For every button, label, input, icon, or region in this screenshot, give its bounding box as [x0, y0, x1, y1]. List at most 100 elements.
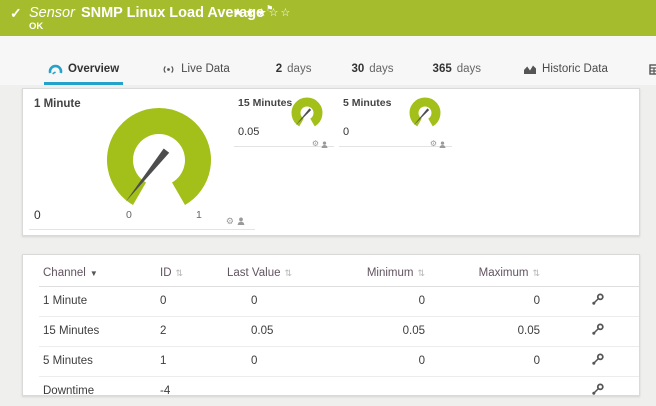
sort-icon: ⇅ — [176, 268, 184, 278]
gauge-dial — [84, 98, 234, 210]
column-label: Maximum — [479, 267, 529, 279]
sort-icon: ⇅ — [285, 268, 293, 278]
gauge-footer-icons: ⚙ — [226, 212, 245, 230]
sort-icon: ⇅ — [532, 268, 540, 278]
table-header-row: Channel▼ ID⇅ Last Value⇅ Minimum⇅ Maximu… — [39, 261, 639, 287]
log-icon — [649, 64, 656, 75]
gauge-icon — [48, 63, 63, 75]
table-row: 15 Minutes 2 0.05 0.05 0.05 — [39, 317, 639, 347]
column-label: Last Value — [227, 267, 281, 279]
priority-stars[interactable]: ★★★☆☆ — [233, 6, 292, 19]
tab-label: Historic Data — [542, 63, 608, 75]
cell-maximum: 0 — [431, 347, 546, 377]
gauge-current-value: 0 — [343, 126, 349, 138]
sort-icon: ⇅ — [417, 268, 425, 278]
cell-minimum: 0 — [336, 347, 431, 377]
channel-table: Channel▼ ID⇅ Last Value⇅ Minimum⇅ Maximu… — [39, 261, 639, 406]
cell-minimum — [336, 377, 431, 406]
tab-2-days[interactable]: 2 days — [272, 55, 316, 85]
column-header-channel[interactable]: Channel ▼ — [39, 261, 156, 287]
tab-30-days[interactable]: 30 days — [347, 55, 397, 85]
tab-live-data[interactable]: Live Data — [157, 55, 234, 85]
cell-last-value: 0 — [223, 287, 336, 317]
column-label: Minimum — [367, 267, 414, 279]
tab-log[interactable]: Log — [645, 55, 656, 85]
cell-last-value — [223, 377, 336, 406]
tab-overview[interactable]: Overview — [44, 55, 123, 85]
column-header-maximum[interactable]: Maximum⇅ — [431, 261, 546, 287]
cell-last-value: 0.05 — [223, 317, 336, 347]
channel-gear-icon[interactable]: ⚙ — [312, 140, 319, 148]
cell-channel: 1 Minute — [39, 287, 156, 317]
column-header-actions — [546, 261, 639, 287]
channel-table-body: 1 Minute 0 0 0 0 15 Minutes 2 0.05 0.05 … — [39, 287, 639, 406]
sort-desc-icon: ▼ — [90, 269, 98, 278]
channel-gear-icon[interactable]: ⚙ — [226, 217, 234, 226]
column-header-minimum[interactable]: Minimum⇅ — [336, 261, 431, 287]
tab-label: days — [369, 63, 393, 75]
gauge-dial — [286, 96, 328, 134]
channel-gear-icon[interactable]: ⚙ — [430, 140, 437, 148]
channel-settings-wrench-icon[interactable] — [591, 353, 604, 369]
cell-channel: 15 Minutes — [39, 317, 156, 347]
cell-id: 1 — [156, 347, 223, 377]
tab-365-days[interactable]: 365 days — [429, 55, 485, 85]
channel-table-panel: Channel▼ ID⇅ Last Value⇅ Minimum⇅ Maximu… — [22, 254, 640, 396]
cell-minimum: 0.05 — [336, 317, 431, 347]
gauge-1-minute: 1 Minute 0 1 0 ⚙ — [29, 95, 255, 230]
tab-number: 30 — [351, 63, 364, 75]
sensor-status-text: OK — [29, 21, 43, 32]
channel-settings-wrench-icon[interactable] — [591, 383, 604, 399]
gauge-title: 5 Minutes — [343, 97, 391, 109]
tab-number: 2 — [276, 63, 282, 75]
cell-last-value: 0 — [223, 347, 336, 377]
column-header-last-value[interactable]: Last Value ⇅ — [223, 261, 336, 287]
sensor-status-bar: ✓ SensorSNMP Linux Load Average⚑ ★★★☆☆ O… — [0, 0, 656, 36]
cell-maximum: 0.05 — [431, 317, 546, 347]
cell-id: 0 — [156, 287, 223, 317]
channel-settings-wrench-icon[interactable] — [591, 293, 604, 309]
historic-chart-icon — [523, 63, 537, 75]
gauge-5-minutes: 5 Minutes 0 ⚙ — [339, 95, 452, 147]
cell-maximum — [431, 377, 546, 406]
cell-channel: 5 Minutes — [39, 347, 156, 377]
gauge-dial — [404, 96, 446, 134]
gauges-panel: 1 Minute 0 1 0 ⚙ 15 Minutes 0.05 ⚙ 5 — [22, 88, 640, 236]
tab-label: Live Data — [181, 63, 230, 75]
channel-settings-wrench-icon[interactable] — [591, 323, 604, 339]
gauge-footer-icons: ⚙ — [430, 135, 446, 153]
gauge-current-value: 0.05 — [238, 126, 259, 138]
stars-filled: ★★★ — [233, 7, 269, 19]
gauge-title: 15 Minutes — [238, 97, 292, 109]
tab-number: 365 — [433, 63, 452, 75]
cell-id: 2 — [156, 317, 223, 347]
gauge-title: 1 Minute — [34, 98, 81, 110]
tab-historic-data[interactable]: Historic Data — [519, 55, 612, 85]
sensor-tab-bar: Overview Live Data 2 days 30 days 365 da… — [0, 36, 656, 85]
tab-label: Overview — [68, 63, 119, 75]
tab-label: days — [287, 63, 311, 75]
table-row: 5 Minutes 1 0 0 0 — [39, 347, 639, 377]
live-data-icon — [161, 64, 176, 75]
user-scope-icon[interactable] — [439, 135, 446, 153]
tab-label: days — [457, 63, 481, 75]
gauge-15-minutes: 15 Minutes 0.05 ⚙ — [234, 95, 334, 147]
cell-id: -4 — [156, 377, 223, 406]
stars-empty: ☆☆ — [269, 7, 293, 19]
column-label: Channel — [43, 267, 86, 279]
gauge-current-value: 0 — [34, 208, 41, 222]
cell-minimum: 0 — [336, 287, 431, 317]
gauge-footer-icons: ⚙ — [312, 135, 328, 153]
cell-maximum: 0 — [431, 287, 546, 317]
object-kind-label: Sensor — [29, 5, 75, 21]
column-label: ID — [160, 267, 172, 279]
gauge-scale-min: 0 — [126, 209, 132, 221]
column-header-id[interactable]: ID ⇅ — [156, 261, 223, 287]
gauge-scale-max: 1 — [196, 209, 202, 221]
status-check-icon: ✓ — [10, 5, 22, 22]
table-row: Downtime -4 — [39, 377, 639, 406]
table-row: 1 Minute 0 0 0 0 — [39, 287, 639, 317]
cell-channel: Downtime — [39, 377, 156, 406]
user-scope-icon[interactable] — [237, 212, 245, 230]
user-scope-icon[interactable] — [321, 135, 328, 153]
